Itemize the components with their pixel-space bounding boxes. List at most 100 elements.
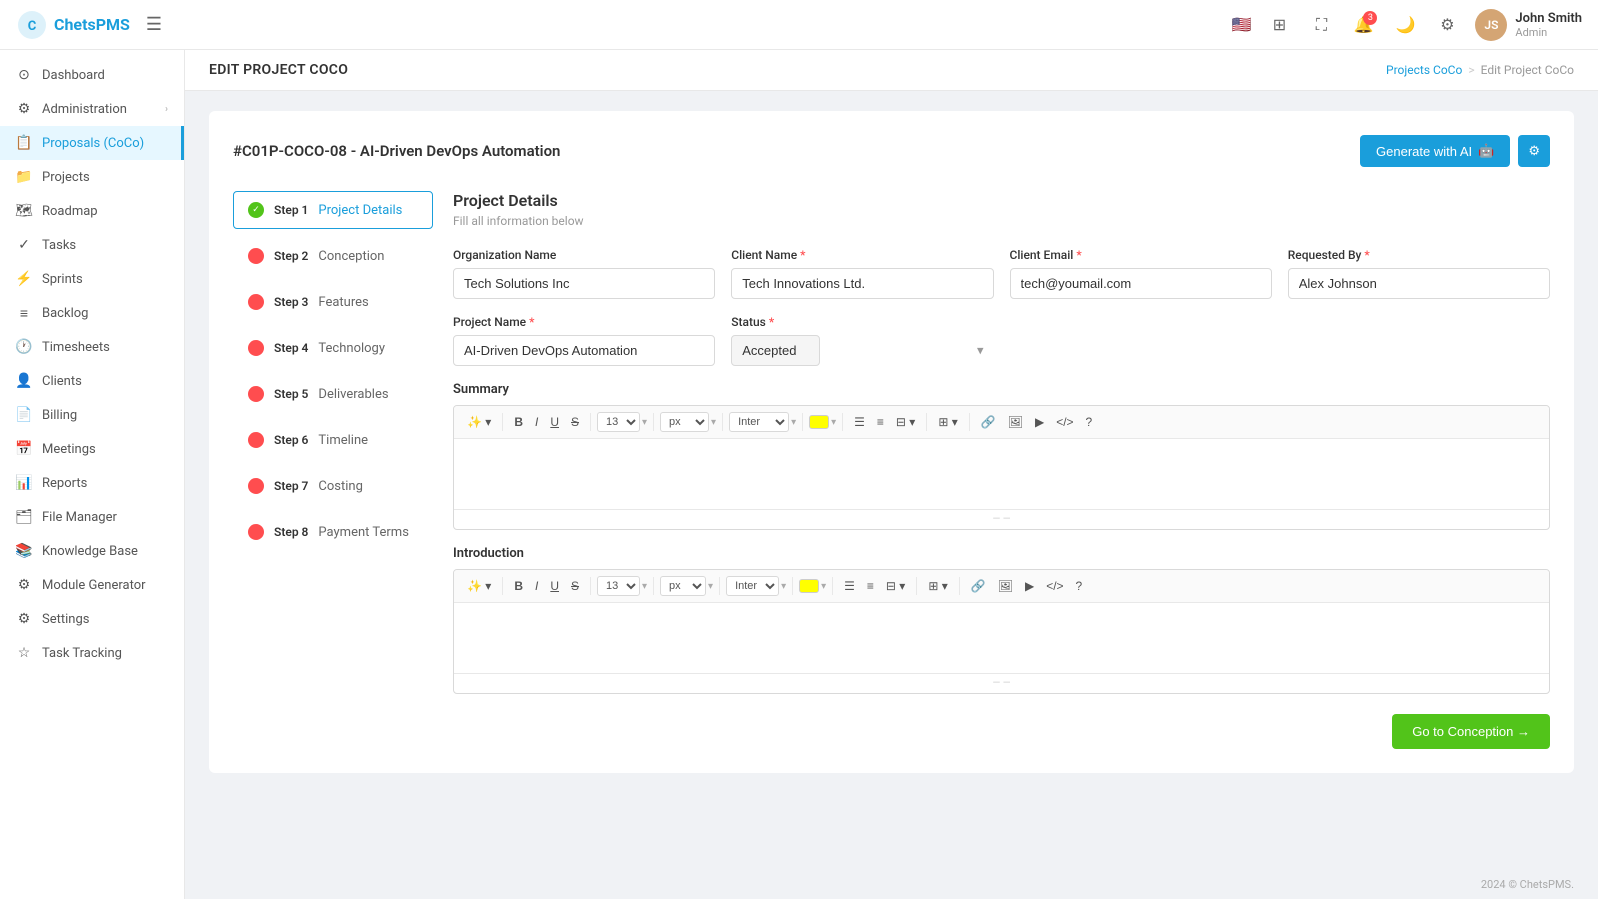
sidebar-item-reports[interactable]: 📊 Reports (0, 466, 184, 500)
introduction-body[interactable] (454, 603, 1549, 673)
step-2-conception[interactable]: Step 2 Conception (233, 237, 433, 275)
sidebar-item-task-tracking[interactable]: ☆ Task Tracking (0, 636, 184, 670)
toolbar-video[interactable]: ▶ (1030, 412, 1049, 432)
flag-icon[interactable]: 🇺🇸 (1232, 15, 1252, 34)
toolbar-ul[interactable]: ☰ (849, 412, 870, 432)
notification-icon[interactable]: 🔔 3 (1349, 11, 1377, 39)
sidebar-item-module-generator[interactable]: ⚙ Module Generator (0, 568, 184, 602)
requested-by-input[interactable] (1288, 268, 1550, 299)
toolbar-help[interactable]: ? (1081, 412, 1098, 432)
intro-font-family[interactable]: InterArial (726, 576, 779, 596)
client-email-input[interactable] (1010, 268, 1272, 299)
step-4-technology[interactable]: Step 4 Technology (233, 329, 433, 367)
sidebar-item-clients[interactable]: 👤 Clients (0, 364, 184, 398)
toolbar-bold[interactable]: B (509, 412, 528, 432)
intro-font-size[interactable]: 13111214 (597, 576, 640, 596)
toolbar-italic[interactable]: I (530, 412, 543, 432)
toolbar-code[interactable]: </> (1051, 412, 1078, 432)
intro-help[interactable]: ? (1071, 576, 1088, 596)
sidebar-item-proposals[interactable]: 📋 Proposals (CoCo) (0, 126, 184, 160)
toolbar-link[interactable]: 🔗 (976, 412, 1001, 432)
user-info[interactable]: JS John Smith Admin (1475, 9, 1582, 41)
sidebar-item-timesheets[interactable]: 🕐 Timesheets (0, 330, 184, 364)
toolbar-strikethrough[interactable]: S (566, 412, 584, 432)
theme-icon[interactable]: 🌙 (1391, 11, 1419, 39)
sidebar-item-roadmap[interactable]: 🗺 Roadmap (0, 194, 184, 228)
divider-8 (969, 413, 970, 431)
introduction-label: Introduction (453, 546, 1550, 561)
sidebar-item-sprints[interactable]: ⚡ Sprints (0, 262, 184, 296)
sidebar-item-tasks[interactable]: ✓ Tasks (0, 228, 184, 262)
toolbar-font-size[interactable]: 1311121416 (597, 412, 640, 432)
step-1-project-details[interactable]: ✓ Step 1 Project Details (233, 191, 433, 229)
sidebar-item-settings[interactable]: ⚙ Settings (0, 602, 184, 636)
intro-bold[interactable]: B (509, 576, 528, 596)
toolbar-font-arrow: ▾ (791, 417, 796, 428)
intro-video[interactable]: ▶ (1020, 576, 1039, 596)
project-name-input[interactable] (453, 335, 715, 366)
step-8-payment-terms[interactable]: Step 8 Payment Terms (233, 513, 433, 551)
intro-color[interactable] (799, 579, 819, 593)
client-name-input[interactable] (731, 268, 993, 299)
filler-group-2 (1288, 315, 1550, 366)
sidebar-item-administration[interactable]: ⚙ Administration › (0, 92, 184, 126)
requested-by-label: Requested By * (1288, 248, 1550, 262)
grid-icon[interactable]: ⊞ (1265, 11, 1293, 39)
status-select[interactable]: Accepted Pending Rejected In Progress (731, 335, 820, 366)
breadcrumb-projects-coco[interactable]: Projects CoCo (1386, 63, 1462, 77)
summary-body[interactable] (454, 439, 1549, 509)
intro-link[interactable]: 🔗 (966, 576, 991, 596)
sidebar-label-sprints: Sprints (42, 272, 168, 287)
sidebar-item-dashboard[interactable]: ⊙ Dashboard (0, 58, 184, 92)
summary-footer: — — (454, 509, 1549, 529)
hamburger-button[interactable]: ☰ (146, 14, 162, 35)
intro-magic-btn[interactable]: ✨ ▾ (462, 576, 496, 596)
toolbar-table[interactable]: ⊞ ▾ (933, 412, 962, 432)
intro-ul[interactable]: ☰ (839, 576, 860, 596)
intro-align[interactable]: ⊟ ▾ (881, 576, 910, 596)
toolbar-magic-btn[interactable]: ✨ ▾ (462, 412, 496, 432)
step-7-costing[interactable]: Step 7 Costing (233, 467, 433, 505)
step-6-timeline[interactable]: Step 6 Timeline (233, 421, 433, 459)
file-manager-icon: 🗂 (16, 509, 32, 525)
intro-underline[interactable]: U (545, 576, 564, 596)
intro-table[interactable]: ⊞ ▾ (923, 576, 952, 596)
toolbar-image[interactable]: 🖼 (1003, 412, 1028, 432)
toolbar-px-arrow: ▾ (711, 417, 716, 428)
toolbar-ol[interactable]: ≡ (872, 412, 889, 432)
sidebar-item-projects[interactable]: 📁 Projects (0, 160, 184, 194)
sidebar-item-file-manager[interactable]: 🗂 File Manager (0, 500, 184, 534)
toolbar-font-family[interactable]: InterArialTimes (729, 412, 789, 432)
intro-ol[interactable]: ≡ (862, 576, 879, 596)
dashboard-icon: ⊙ (16, 67, 32, 83)
settings-gear-button[interactable]: ⚙ (1518, 135, 1550, 167)
intro-strikethrough[interactable]: S (566, 576, 584, 596)
go-to-conception-button[interactable]: Go to Conception → (1392, 714, 1550, 749)
toolbar-px[interactable]: pxemrem (660, 412, 709, 432)
intro-px[interactable]: pxem (660, 576, 706, 596)
intro-image[interactable]: 🖼 (993, 576, 1018, 596)
fullscreen-icon[interactable]: ⛶ (1307, 11, 1335, 39)
step-3-features[interactable]: Step 3 Features (233, 283, 433, 321)
form-footer: Go to Conception → (453, 714, 1550, 749)
sidebar-item-knowledge-base[interactable]: 📚 Knowledge Base (0, 534, 184, 568)
org-name-input[interactable] (453, 268, 715, 299)
svg-text:C: C (28, 19, 37, 34)
generate-with-ai-button[interactable]: Generate with AI 🤖 (1360, 135, 1510, 167)
sidebar-item-meetings[interactable]: 📅 Meetings (0, 432, 184, 466)
step-5-deliverables[interactable]: Step 5 Deliverables (233, 375, 433, 413)
reports-icon: 📊 (16, 475, 32, 491)
settings-icon[interactable]: ⚙ (1433, 11, 1461, 39)
toolbar-align[interactable]: ⊟ ▾ (891, 412, 920, 432)
toolbar-underline[interactable]: U (545, 412, 564, 432)
form-area: Project Details Fill all information bel… (453, 191, 1550, 749)
sidebar-item-backlog[interactable]: ≡ Backlog (0, 296, 184, 330)
sidebar-item-billing[interactable]: 📄 Billing (0, 398, 184, 432)
toolbar-color[interactable] (809, 415, 829, 429)
logo[interactable]: C ChetsPMS (16, 9, 130, 41)
sidebar-label-module-generator: Module Generator (42, 578, 168, 593)
edit-layout: ✓ Step 1 Project Details Step 2 Concepti… (233, 191, 1550, 749)
intro-code[interactable]: </> (1041, 576, 1068, 596)
intro-italic[interactable]: I (530, 576, 543, 596)
user-role: Admin (1515, 26, 1582, 39)
